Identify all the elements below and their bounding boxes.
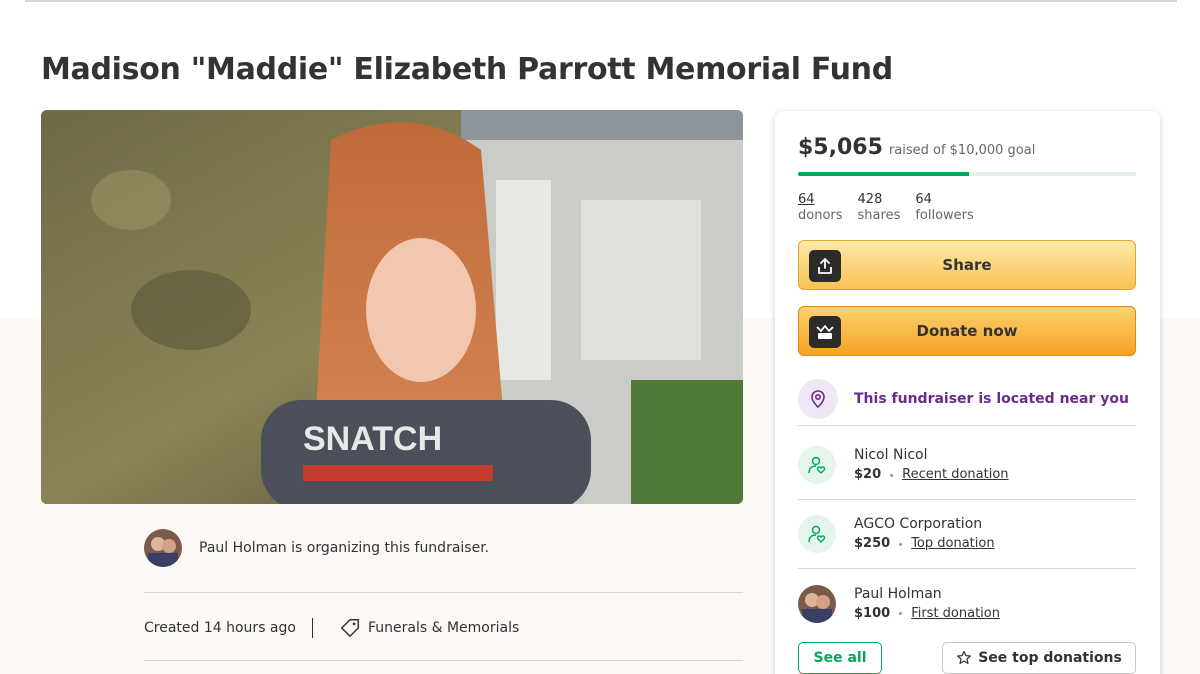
share-icon	[809, 250, 841, 282]
dot-separator	[899, 612, 903, 615]
stat-value: 428	[857, 192, 883, 207]
donation-item: Paul Holman $100 First donation	[798, 569, 1136, 638]
donation-detail: $250 Top donation	[854, 534, 995, 554]
donor-name: AGCO Corporation	[854, 516, 983, 532]
stat-label: donors	[798, 208, 843, 223]
divider	[144, 660, 743, 661]
progress-bar	[798, 172, 1136, 176]
created-time: Created 14 hours ago	[144, 620, 296, 636]
goal-text: raised of $10,000 goal	[888, 143, 1036, 158]
share-button[interactable]: Share	[798, 240, 1136, 290]
svg-text:SNATCH: SNATCH	[303, 420, 442, 458]
stats-row: 64 donors 428 shares 64 followers	[798, 192, 974, 224]
see-all-button[interactable]: See all	[798, 642, 882, 674]
location-notice: This fundraiser is located near you	[798, 372, 1136, 426]
top-divider	[25, 0, 1177, 2]
donation-detail: $20 Recent donation	[854, 465, 1009, 485]
donation-detail: $100 First donation	[854, 604, 1000, 624]
stat-donors[interactable]: 64 donors	[798, 192, 843, 224]
category-link[interactable]: Funerals & Memorials	[368, 620, 519, 636]
dot-separator	[899, 542, 903, 546]
donor-name: Nicol Nicol	[854, 447, 928, 463]
stat-label: shares	[857, 208, 901, 223]
progress-fill	[798, 172, 970, 176]
location-pin-icon	[798, 378, 838, 419]
gofundme-logo-icon	[809, 316, 841, 348]
stat-value: 64	[798, 192, 815, 207]
dot-separator	[890, 473, 894, 477]
location-text: This fundraiser is located near you	[854, 390, 1129, 407]
donor-avatar	[798, 584, 836, 623]
donation-type-link[interactable]: First donation	[911, 604, 1000, 624]
raised-amount: $5,065	[798, 135, 883, 160]
separator	[311, 618, 313, 638]
stat-value: 64	[915, 192, 932, 207]
donor-heart-icon	[798, 515, 836, 553]
see-top-label: See top donations	[978, 650, 1122, 666]
organizer-text: Paul Holman is organizing this fundraise…	[199, 540, 490, 556]
donation-type-link[interactable]: Recent donation	[902, 465, 1008, 485]
page-title: Madison "Maddie" Elizabeth Parrott Memor…	[41, 52, 893, 87]
stat-label: followers	[915, 208, 974, 223]
raised-summary: $5,065 raised of $10,000 goal	[798, 135, 1035, 160]
donor-name: Paul Holman	[854, 585, 942, 602]
donation-info: AGCO Corporation $250 Top donation	[854, 514, 995, 554]
share-label: Share	[942, 256, 992, 274]
donor-heart-icon	[798, 446, 836, 484]
donation-amount: $20	[854, 467, 882, 482]
organizer-row: Paul Holman is organizing this fundraise…	[144, 529, 489, 567]
donate-label: Donate now	[916, 322, 1018, 340]
stat-shares: 428 shares	[858, 192, 901, 224]
donation-item: Nicol Nicol $20 Recent donation	[798, 431, 1136, 500]
donation-type-link[interactable]: Top donation	[911, 534, 994, 554]
donation-info: Paul Holman $100 First donation	[854, 584, 1000, 624]
donation-amount: $250	[854, 536, 891, 551]
hero-image[interactable]: SNATCH	[41, 110, 743, 504]
donation-sidebar: $5,065 raised of $10,000 goal 64 donors …	[775, 111, 1160, 674]
meta-row: Created 14 hours ago Funerals & Memorial…	[144, 617, 519, 639]
see-top-donations-button[interactable]: See top donations	[942, 642, 1136, 674]
divider	[144, 592, 743, 593]
donate-button[interactable]: Donate now	[798, 306, 1136, 356]
organizer-avatar[interactable]	[144, 529, 182, 567]
donation-item: AGCO Corporation $250 Top donation	[798, 500, 1136, 569]
star-icon	[957, 650, 972, 664]
donation-amount: $100	[854, 605, 891, 621]
hero-photo: SNATCH	[41, 110, 743, 504]
donation-info: Nicol Nicol $20 Recent donation	[854, 445, 1009, 485]
stat-followers: 64 followers	[915, 192, 973, 224]
tag-icon	[340, 619, 359, 637]
